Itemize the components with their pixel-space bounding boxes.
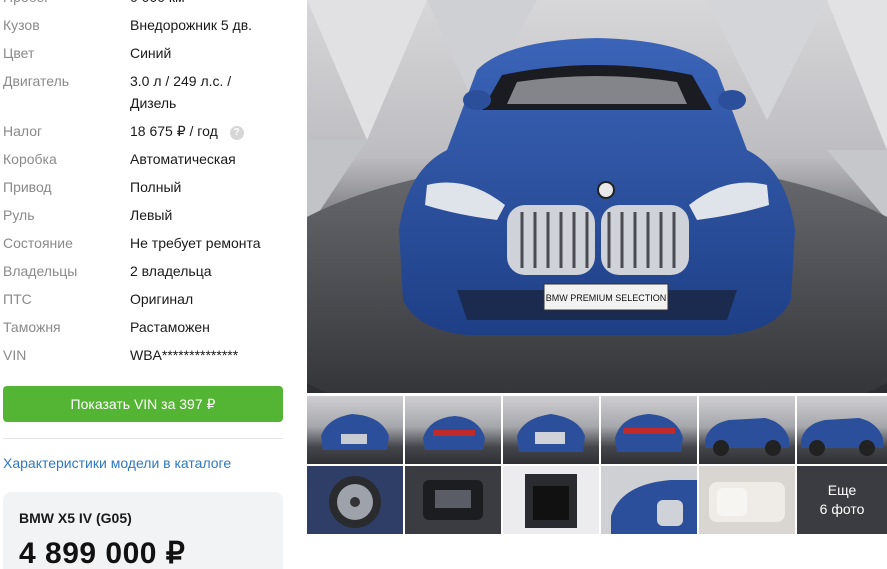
spec-value: Не требует ремонта: [130, 235, 261, 251]
thumbnail[interactable]: [405, 466, 501, 534]
spec-value: Растаможен: [130, 319, 210, 335]
spec-value: WBA**************: [130, 347, 239, 363]
show-vin-button[interactable]: Показать VIN за 397 ₽: [3, 386, 283, 422]
spec-row-body: Кузов Внедорожник 5 дв.: [0, 14, 290, 36]
spec-row-condition: Состояние Не требует ремонта: [0, 232, 290, 254]
spec-label: Двигатель: [3, 73, 70, 89]
spec-row-owners: Владельцы 2 владельца: [0, 260, 290, 282]
spec-row-color: Цвет Синий: [0, 42, 290, 64]
price: 4 899 000 ₽: [19, 537, 186, 569]
spec-label: Привод: [3, 179, 52, 195]
spec-value: 18 675 ₽ / год?: [130, 120, 280, 142]
model-name: BMW X5 IV (G05): [19, 510, 132, 526]
spec-value: 0 000 км: [130, 0, 280, 8]
thumbnail[interactable]: [699, 466, 795, 534]
thumbnail[interactable]: [601, 466, 697, 534]
spec-row-tax: Налог 18 675 ₽ / год?: [0, 120, 290, 142]
spec-label: Владельцы: [3, 263, 78, 279]
thumbnail[interactable]: [601, 396, 697, 464]
spec-label: Руль: [3, 207, 35, 223]
main-photo[interactable]: BMW PREMIUM SELECTION: [307, 0, 887, 393]
more-photos-label: Еще: [827, 482, 857, 498]
spec-label: Состояние: [3, 235, 73, 251]
spec-label: VIN: [3, 347, 27, 363]
spec-label: Налог: [3, 123, 43, 139]
spec-row-drive: Привод Полный: [0, 176, 290, 198]
spec-row-vin: VIN WBA**************: [0, 344, 290, 366]
help-icon[interactable]: ?: [229, 126, 244, 140]
spec-value: Синий: [130, 45, 172, 61]
thumbnail[interactable]: [307, 466, 403, 534]
more-photos-thumbnail[interactable]: Еще 6 фото: [797, 466, 887, 534]
spec-label: Пробег: [0, 0, 130, 8]
thumbnail[interactable]: [503, 396, 599, 464]
spec-value: Внедорожник 5 дв.: [130, 17, 253, 33]
spec-value: 3.0 л / 249 л.с. / Дизель: [130, 73, 232, 111]
spec-label: Коробка: [3, 151, 57, 167]
spec-row-wheel: Руль Левый: [0, 204, 290, 226]
spec-label: Таможня: [3, 319, 61, 335]
plate-text: BMW PREMIUM SELECTION: [546, 293, 667, 303]
thumbnail[interactable]: [503, 466, 599, 534]
spec-row-pts: ПТС Оригинал: [0, 288, 290, 310]
spec-label: ПТС: [3, 291, 32, 307]
spec-value: Оригинал: [130, 291, 194, 307]
spec-label: Кузов: [3, 17, 40, 33]
catalog-specs-link[interactable]: Характеристики модели в каталоге: [3, 455, 231, 471]
thumbnail[interactable]: [405, 396, 501, 464]
divider: [3, 438, 283, 439]
spec-row-engine: Двигатель 3.0 л / 249 л.с. / Дизель: [0, 70, 290, 114]
spec-value: Автоматическая: [130, 151, 236, 167]
thumbnail[interactable]: [797, 396, 887, 464]
spec-value: Левый: [130, 207, 173, 223]
more-photos-overlay[interactable]: Еще 6 фото: [797, 466, 887, 534]
specs-table: Пробег 0 000 км Кузов Внедорожник 5 дв. …: [0, 0, 290, 372]
price-card: BMW X5 IV (G05) 4 899 000 ₽: [3, 492, 283, 569]
tax-value: 18 675 ₽ / год: [130, 123, 218, 139]
spec-row-mileage: Пробег 0 000 км: [0, 0, 290, 8]
car-front-illustration: BMW PREMIUM SELECTION: [307, 0, 887, 393]
thumbnail[interactable]: [699, 396, 795, 464]
spec-value: 2 владельца: [130, 263, 212, 279]
thumbnail[interactable]: [307, 396, 403, 464]
spec-label: Цвет: [3, 45, 35, 61]
spec-row-transmission: Коробка Автоматическая: [0, 148, 290, 170]
more-photos-count: 6 фото: [819, 501, 865, 517]
spec-value: Полный: [130, 179, 182, 195]
spec-row-customs: Таможня Растаможен: [0, 316, 290, 338]
